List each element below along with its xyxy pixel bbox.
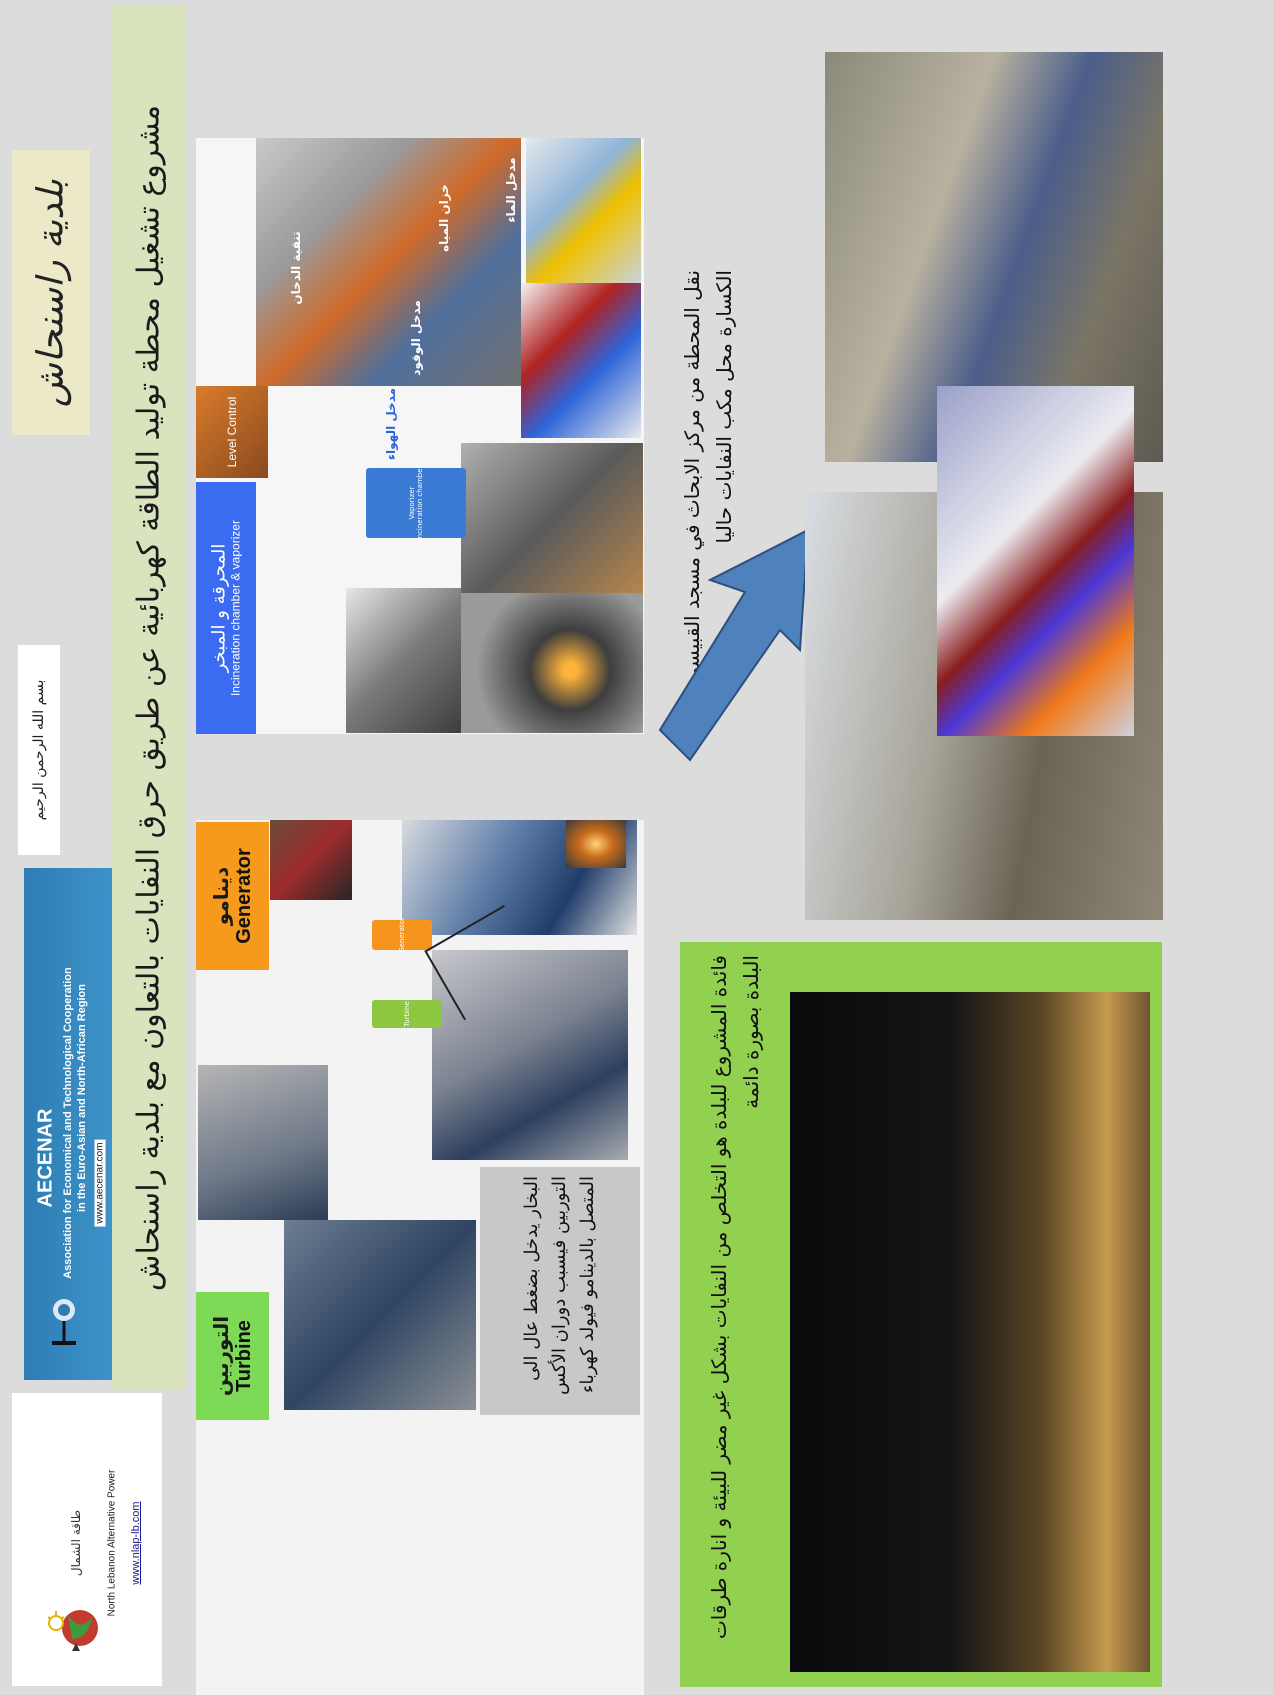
furnace-fire-photo [461,593,643,733]
nlap-arabic: طاقة الشمال [69,1509,83,1577]
turbine-label-en: Turbine [232,1320,255,1392]
schematic-diagram [521,283,641,438]
turbine-label-box: التوربين Turbine [196,1292,269,1420]
turbine-label-ar: التوربين [208,1315,233,1397]
turbine-description-box: البخار يدخل بضغط عال الى التوربين فيسبب … [480,1167,640,1415]
aecenar-name: AECENAR [34,1108,57,1208]
nlap-url[interactable]: www.nlap-lb.com [130,1501,142,1584]
label-air: مدخل الهواء [384,387,398,461]
nlap-logo [47,1610,98,1651]
generator-label-en: Generator [232,848,255,944]
aecenar-logo [52,1299,76,1345]
turbine-photo-large [284,1220,476,1410]
label-tank: خزان المياه [437,184,451,252]
station-model-render [937,386,1134,736]
aecenar-url[interactable]: www.aecenar.com [94,1139,106,1227]
night-street-photo [790,992,1150,1672]
furnace-photo-small [566,820,626,868]
arrow-icon [658,528,810,762]
municipality-title: بلدية راسنحاش [30,178,72,407]
incinerator-panel: Level Control تنقية الدخان مدخل الوقود خ… [196,138,644,734]
label-water: مدخل الماء [504,157,518,223]
generator-label-ar: دينامو [208,866,233,926]
basmala-box: بسم الله الرحمن الرحيم [18,645,60,855]
turbine-pipe-photo [432,950,628,1160]
title-band: مشروع تشغيل محطة توليد الطاقة كهربائية ع… [112,5,186,1390]
level-control-photo: Level Control [196,386,268,478]
turbine-diagram-box: Turbine [372,1000,442,1028]
turbine-description: البخار يدخل بضغط عال الى التوربين فيسبب … [521,1176,598,1395]
vaporizer-diagram-box: Vaporizer Incineration chamber [366,466,466,540]
basmala: بسم الله الرحمن الرحيم [31,679,47,821]
generator-control-photo [270,820,352,900]
aecenar-line2: in the Euro-Asian and North-African Regi… [76,984,88,1212]
turbine-photo-small [198,1065,328,1220]
cad-model-photo [526,138,641,283]
main-title: مشروع تشغيل محطة توليد الطاقة كهربائية ع… [131,104,167,1291]
aecenar-line1: Association for Economical and Technolog… [62,967,74,1279]
aecenar-banner: AECENAR Association for Economical and T… [24,868,112,1380]
poster: طاقة الشمال North Lebanon Alternative Po… [0,0,1273,1695]
pipe-photo [346,588,461,733]
municipality-box: بلدية راسنحاش [12,150,90,435]
benefit-panel: فائدة المشروع للبلدة هو التخلص من النفاي… [680,942,1162,1687]
generator-label-box: دينامو Generator [196,822,269,970]
incinerator-label-en: Incineration chamber & vaporizer [228,519,243,697]
nlap-logo-block: طاقة الشمال North Lebanon Alternative Po… [12,1393,162,1686]
incinerator-rig-photo [461,443,643,598]
label-chimney: تنقية الدخان [289,231,303,305]
generator-diagram-box: Generator [372,917,432,953]
label-fuel: مدخل الوقود [409,300,423,376]
incinerator-label-ar: المحرقة و المبخر [208,543,230,673]
benefit-text: فائدة المشروع للبلدة هو التخلص من النفاي… [707,954,763,1639]
nlap-english: North Lebanon Alternative Power [106,1469,118,1617]
incinerator-label-box: المحرقة و المبخر Incineration chamber & … [196,482,256,734]
